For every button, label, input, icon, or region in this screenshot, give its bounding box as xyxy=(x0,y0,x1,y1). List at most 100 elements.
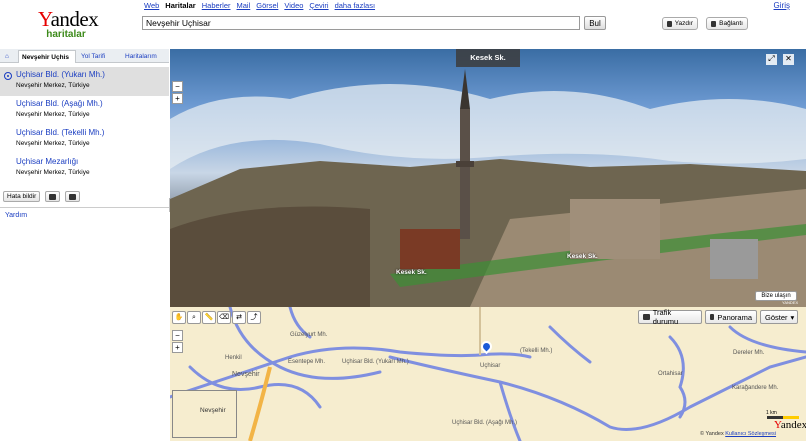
service-mail[interactable]: Mail xyxy=(237,1,251,10)
map-label: Uçhisar Bld. (Aşağı Mh.) xyxy=(452,420,518,426)
result-title[interactable]: Uçhisar Bld. (Aşağı Mh.) xyxy=(16,99,169,108)
show-label: Göster xyxy=(765,312,788,322)
panorama-zoom-out-button[interactable]: − xyxy=(172,81,183,92)
map-label: Henkil xyxy=(225,355,242,361)
panorama-street-label: Kesek Sk. xyxy=(456,49,520,67)
map-label: Ortahisar xyxy=(658,371,683,377)
result-title[interactable]: Uçhisar Bld. (Yukarı Mh.) xyxy=(16,70,169,79)
printer-icon xyxy=(49,193,57,200)
ruler-icon[interactable]: 📏 xyxy=(202,311,216,324)
selected-radio-icon xyxy=(4,72,12,80)
sidebar: ⌂ Nevşehir Uçhis Yol Tarifi Haritalarım … xyxy=(0,49,169,441)
hand-tool-icon[interactable]: ✋ xyxy=(172,311,186,324)
print-button[interactable]: Yazdır xyxy=(662,17,698,30)
sidebar-actions: Hata bildir xyxy=(3,191,81,202)
map-label: Karağandere Mh. xyxy=(732,385,779,391)
expand-icon[interactable]: ⤢ xyxy=(766,54,777,65)
map-label: Dereler Mh. xyxy=(733,350,765,356)
home-icon: ⌂ xyxy=(5,53,9,60)
logo-text: Yandex xyxy=(38,7,99,31)
header: Yandex haritalar Web Haritalar Haberler … xyxy=(0,0,806,48)
camera-icon xyxy=(710,314,715,320)
tab-home[interactable]: ⌂ xyxy=(2,50,16,63)
panorama-image xyxy=(170,69,806,307)
service-news[interactable]: Haberler xyxy=(202,1,231,10)
map-yandex-logo: Yandex xyxy=(774,419,806,431)
map-label: (Tekelli Mh.) xyxy=(520,348,553,354)
logo-subtitle: haritalar xyxy=(46,29,86,40)
services-nav: Web Haritalar Haberler Mail Görsel Video… xyxy=(144,1,375,10)
service-images[interactable]: Görsel xyxy=(256,1,278,10)
service-video[interactable]: Video xyxy=(284,1,303,10)
yandex-logo[interactable]: Yandex haritalar xyxy=(38,7,99,40)
map-zoom-in-button[interactable]: + xyxy=(172,342,183,353)
link-icon xyxy=(69,193,77,200)
service-more[interactable]: daha fazlası xyxy=(335,1,375,10)
street-tag[interactable]: Kesek Sk. xyxy=(567,253,598,260)
search-row: Bul xyxy=(142,16,606,30)
chevron-down-icon: ▾ xyxy=(790,312,795,322)
result-address: Nevşehir Merkez, Türkiye xyxy=(16,82,90,89)
login-link[interactable]: Giriş xyxy=(774,1,790,10)
panorama-zoom-in-button[interactable]: + xyxy=(172,93,183,104)
logo-rest: andex xyxy=(50,7,99,31)
service-web[interactable]: Web xyxy=(144,1,159,10)
search-button[interactable]: Bul xyxy=(584,16,606,30)
traffic-label: Trafik durumu xyxy=(652,308,679,326)
map-logo-rest: andex xyxy=(780,419,806,431)
map-logo-y: Y xyxy=(774,419,781,431)
sidebar-print-button[interactable] xyxy=(45,191,61,202)
result-address: Nevşehir Merkez, Türkiye xyxy=(16,140,90,147)
traffic-button[interactable]: Trafik durumu xyxy=(638,308,702,326)
tab-search[interactable]: Nevşehir Uçhis xyxy=(18,50,76,63)
result-address: Nevşehir Merkez, Türkiye xyxy=(16,111,90,118)
sidebar-tabs: ⌂ Nevşehir Uçhis Yol Tarifi Haritalarım xyxy=(0,49,169,63)
map-label: Esentepe Mh. xyxy=(288,359,326,365)
link-label: Bağlantı xyxy=(719,20,743,27)
help-link[interactable]: Yardım xyxy=(5,212,27,219)
link-icon xyxy=(711,20,717,27)
pointer-icon[interactable]: ⤴ xyxy=(247,311,261,324)
map-view[interactable]: ✋ ⌕ 📏 ⌫ ⇄ ⤴ − + Trafik durumu Panorama G… xyxy=(170,307,806,441)
map-zoom-out-button[interactable]: − xyxy=(172,330,183,341)
street-tag[interactable]: Kesek Sk. xyxy=(396,269,427,276)
result-title[interactable]: Uçhisar Mezarlığı xyxy=(16,157,169,166)
result-item[interactable]: Uçhisar Bld. (Tekelli Mh.) Nevşehir Merk… xyxy=(0,125,169,154)
map-tools: ✋ ⌕ 📏 ⌫ ⇄ ⤴ xyxy=(172,311,261,324)
service-maps: Haritalar xyxy=(165,1,196,10)
map-label: Nevşehir xyxy=(232,371,260,378)
sidebar-link-button[interactable] xyxy=(65,191,81,202)
search-input[interactable] xyxy=(142,16,580,30)
result-item[interactable]: Uçhisar Mezarlığı Nevşehir Merkez, Türki… xyxy=(0,154,169,183)
logo-y: Y xyxy=(38,7,51,31)
route-icon[interactable]: ⇄ xyxy=(232,311,246,324)
map-label: Güzelyurt Mh. xyxy=(290,332,328,338)
overview-map[interactable]: Nevşehir xyxy=(172,390,237,438)
tab-route[interactable]: Yol Tarifi xyxy=(78,50,108,63)
panorama-label: Panorama xyxy=(717,312,752,322)
copyright: © Yandex Kullanıcı Sözleşmesi xyxy=(700,431,776,437)
result-item[interactable]: Uçhisar Bld. (Yukarı Mh.) Nevşehir Merke… xyxy=(0,67,169,96)
close-icon[interactable]: ✕ xyxy=(783,54,794,65)
eraser-icon[interactable]: ⌫ xyxy=(217,311,231,324)
service-translate[interactable]: Çeviri xyxy=(309,1,328,10)
magnifier-icon[interactable]: ⌕ xyxy=(187,311,201,324)
map-label: Uçhisar Bld. (Yukarı Mh.) xyxy=(342,359,409,365)
overview-label: Nevşehir xyxy=(200,407,226,414)
result-item[interactable]: Uçhisar Bld. (Aşağı Mh.) Nevşehir Merkez… xyxy=(0,96,169,125)
panorama-brand: YANDEX xyxy=(782,300,799,305)
print-label: Yazdır xyxy=(674,20,693,27)
link-button[interactable]: Bağlantı xyxy=(706,17,748,30)
panorama-button[interactable]: Panorama xyxy=(705,310,757,324)
terms-link[interactable]: Kullanıcı Sözleşmesi xyxy=(725,431,776,437)
report-error-button[interactable]: Hata bildir xyxy=(3,191,41,202)
result-title[interactable]: Uçhisar Bld. (Tekelli Mh.) xyxy=(16,128,169,137)
printer-icon xyxy=(667,20,672,27)
panorama-view[interactable]: Kesek Sk. Kesek Sk. Kesek Sk. − + ⤢ ✕ Bi… xyxy=(170,49,806,307)
show-dropdown[interactable]: Göster ▾ xyxy=(760,310,798,324)
map-label: Uçhisar xyxy=(480,363,501,369)
result-address: Nevşehir Merkez, Türkiye xyxy=(16,169,90,176)
tab-my-maps[interactable]: Haritalarım xyxy=(122,50,160,63)
traffic-light-icon xyxy=(643,314,650,320)
results-list: Uçhisar Bld. (Yukarı Mh.) Nevşehir Merke… xyxy=(0,67,169,183)
